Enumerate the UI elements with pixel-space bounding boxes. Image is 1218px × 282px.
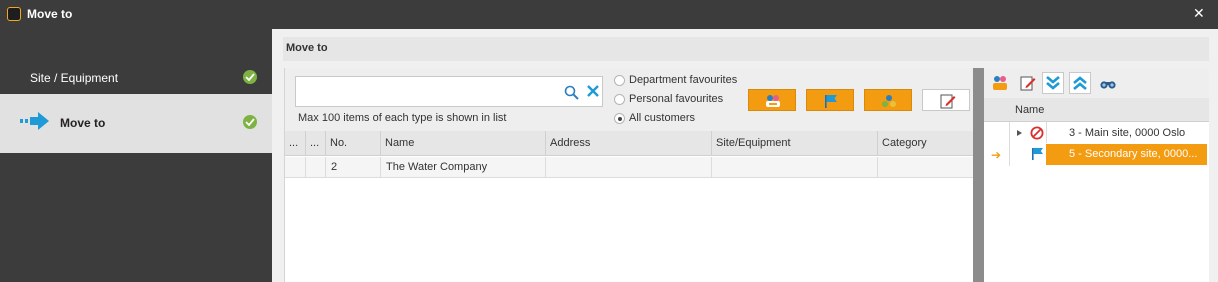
current-step-arrow-icon — [20, 112, 50, 133]
tree-item-label: 5 - Secondary site, 0000... — [1069, 148, 1198, 160]
grid-column-no[interactable]: No. — [326, 131, 381, 156]
prohibited-icon — [1030, 126, 1044, 143]
search-input[interactable] — [300, 83, 550, 101]
row-pointer-icon: ➔ — [991, 148, 1002, 162]
tree-item-label: 3 - Main site, 0000 Oslo — [1069, 127, 1186, 139]
collapse-all-button[interactable] — [1069, 72, 1091, 94]
flag-icon — [825, 95, 837, 108]
clear-search-icon[interactable] — [586, 84, 600, 101]
tree-header: Name — [984, 98, 1209, 122]
grid-column-indicator[interactable]: ... — [306, 131, 326, 156]
step-label: Move to — [60, 116, 106, 130]
cell-category — [878, 157, 974, 178]
group-icon — [882, 95, 896, 107]
table-row[interactable]: 2 The Water Company — [285, 157, 974, 178]
grid-column-category[interactable]: Category — [878, 131, 974, 156]
collapse-all-icon — [1073, 76, 1087, 90]
step-site-equipment[interactable]: Site / Equipment — [0, 63, 272, 93]
app-icon — [7, 7, 21, 21]
cell-no: 2 — [326, 157, 381, 178]
step-move-to[interactable]: Move to — [0, 94, 272, 153]
edit-note-button[interactable] — [922, 89, 970, 111]
section-title: Move to — [286, 42, 328, 54]
grid-header: ... ... No. Name Address Site/Equipment … — [285, 131, 974, 156]
search-hint: Max 100 items of each type is shown in l… — [298, 112, 507, 124]
expand-all-button[interactable] — [1042, 72, 1064, 94]
tree-item[interactable]: 3 - Main site, 0000 Oslo — [984, 123, 1209, 144]
flag-icon — [1030, 147, 1044, 164]
tree-toolbar — [984, 68, 1209, 98]
search-icon[interactable] — [564, 85, 579, 103]
customer-sites-icon — [993, 76, 1007, 90]
customer-search-panel: Max 100 items of each type is shown in l… — [284, 68, 974, 282]
search-area: Max 100 items of each type is shown in l… — [285, 68, 974, 131]
cell-name: The Water Company — [381, 157, 546, 178]
flag-button[interactable] — [806, 89, 854, 111]
step-label: Site / Equipment — [30, 71, 119, 85]
expand-arrow-icon[interactable] — [1017, 130, 1022, 136]
tree-column-name[interactable]: Name — [1015, 104, 1044, 116]
section-header: Move to — [283, 37, 1209, 61]
close-icon[interactable]: ✕ — [1193, 5, 1205, 22]
wizard-sidebar: Site / Equipment Move to — [0, 29, 272, 282]
window-title: Move to — [27, 7, 73, 21]
cell-address — [546, 157, 712, 178]
group-button[interactable] — [864, 89, 912, 111]
grid-column-address[interactable]: Address — [546, 131, 712, 156]
title-bar: Move to ✕ — [0, 0, 1218, 29]
edit-icon — [1020, 76, 1036, 91]
grid-column-site-equipment[interactable]: Site/Equipment — [712, 131, 878, 156]
panel-splitter[interactable] — [973, 68, 984, 282]
edit-button[interactable] — [1017, 72, 1039, 94]
edit-note-icon — [940, 94, 956, 109]
cell-site-equipment — [712, 157, 878, 178]
grid-column-name[interactable]: Name — [381, 131, 546, 156]
search-field[interactable] — [295, 76, 603, 107]
check-circle-icon — [243, 70, 257, 84]
binoculars-icon — [1100, 81, 1116, 89]
find-button[interactable] — [1097, 72, 1119, 94]
customer-sites-button[interactable] — [989, 72, 1011, 94]
department-customer-button[interactable] — [748, 89, 796, 111]
department-customer-icon — [766, 95, 780, 107]
expand-all-icon — [1046, 76, 1060, 90]
grid-column-indicator[interactable]: ... — [285, 131, 306, 156]
tree-item-selected[interactable]: ➔ 5 - Secondary site, 0000... — [984, 144, 1209, 165]
site-tree-panel: Name 3 - Main site, 0000 Oslo ➔ 5 - Seco… — [984, 68, 1209, 282]
check-circle-icon — [243, 115, 257, 129]
